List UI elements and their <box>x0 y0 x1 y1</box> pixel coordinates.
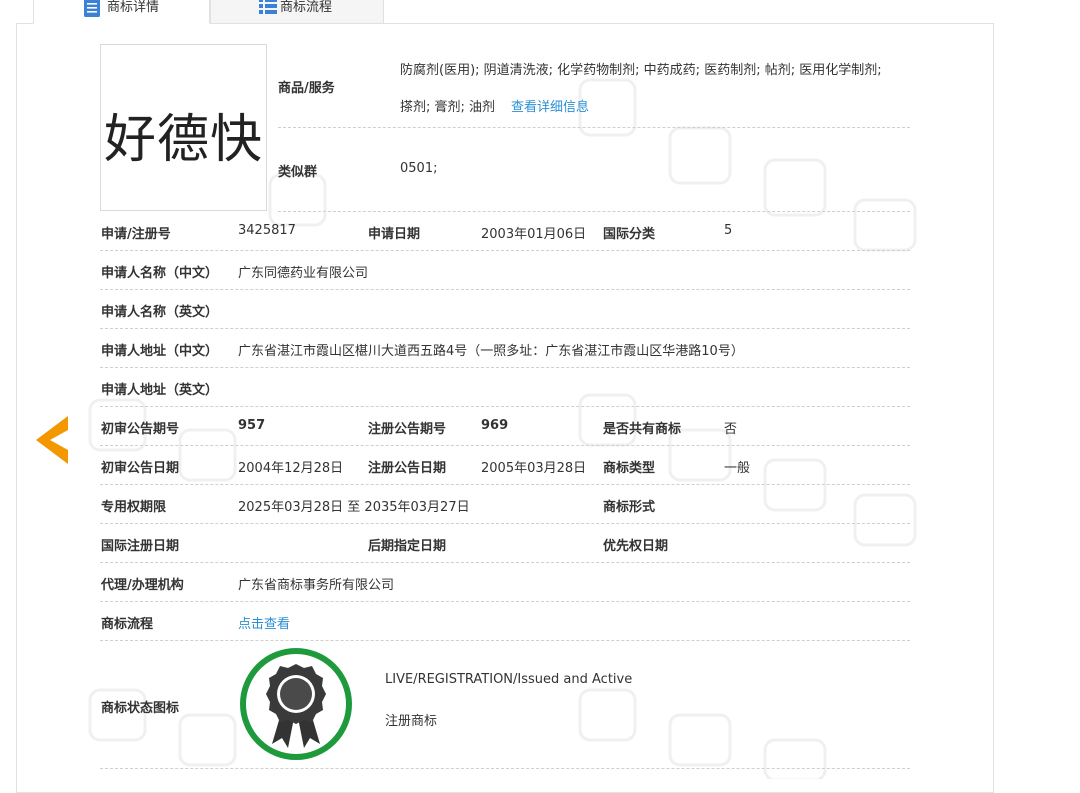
apply-date-label: 申请日期 <box>368 227 421 242</box>
prelim-date-label: 初审公告日期 <box>101 461 180 476</box>
tab-trademark-process[interactable]: 商标流程 <box>210 0 384 24</box>
view-process-link[interactable]: 点击查看 <box>238 613 290 632</box>
intl-reg-date-label: 国际注册日期 <box>101 539 180 554</box>
divider <box>100 601 910 602</box>
applicant-cn-value: 广东同德药业有限公司 <box>238 266 369 281</box>
applicant-cn-label: 申请人名称（中文） <box>101 266 219 281</box>
divider <box>100 768 910 769</box>
divider <box>100 367 910 368</box>
previous-arrow-icon[interactable] <box>36 416 70 464</box>
tab-label: 商标流程 <box>280 0 333 15</box>
goods-value-line2: 搽剂; 膏剂; 油剂 <box>400 100 496 115</box>
mark-form-label: 商标形式 <box>603 500 656 515</box>
status-icon-label: 商标状态图标 <box>101 701 180 716</box>
registered-badge-icon <box>238 646 354 762</box>
later-designation-label: 后期指定日期 <box>368 539 447 554</box>
view-details-link[interactable]: 查看详细信息 <box>511 96 589 115</box>
divider <box>100 562 910 563</box>
divider <box>100 406 910 407</box>
mark-type-label: 商标类型 <box>603 461 656 476</box>
prelim-date-value: 2004年12月28日 <box>238 461 344 476</box>
tab-label: 商标详情 <box>107 0 160 15</box>
intl-class-value: 5 <box>724 223 733 238</box>
divider <box>100 250 910 251</box>
priority-date-label: 优先权日期 <box>603 539 669 554</box>
trademark-image: 好德快 <box>100 44 267 211</box>
status-value-en: LIVE/REGISTRATION/Issued and Active <box>385 672 633 687</box>
mark-type-value: 一般 <box>724 461 751 476</box>
reg-pub-date-label: 注册公告日期 <box>368 461 447 476</box>
agency-value: 广东省商标事务所有限公司 <box>238 578 395 593</box>
exclusive-period-value: 2025年03月28日 至 2035年03月27日 <box>238 500 470 515</box>
reg-no-value: 3425817 <box>238 223 296 238</box>
address-cn-label: 申请人地址（中文） <box>101 344 219 359</box>
goods-label: 商品/服务 <box>278 81 335 96</box>
divider <box>100 328 910 329</box>
reg-pub-date-value: 2005年03月28日 <box>481 461 587 476</box>
reg-no-label: 申请/注册号 <box>101 227 171 242</box>
status-value-cn: 注册商标 <box>385 714 438 729</box>
tab-bar: 商标详情 商标流程 <box>16 0 994 24</box>
agency-label: 代理/办理机构 <box>101 578 184 593</box>
exclusive-period-label: 专用权期限 <box>101 500 167 515</box>
reg-pub-no-label: 注册公告期号 <box>368 422 447 437</box>
trademark-logo-text: 好德快 <box>103 110 263 170</box>
divider <box>100 484 910 485</box>
divider <box>100 289 910 290</box>
divider <box>100 640 910 641</box>
intl-class-label: 国际分类 <box>603 227 656 242</box>
goods-value-line1: 防腐剂(医用); 阴道清洗液; 化学药物制剂; 中药成药; 医药制剂; 帖剂; … <box>400 63 882 78</box>
divider <box>100 523 910 524</box>
apply-date-value: 2003年01月06日 <box>481 227 587 242</box>
address-cn-value: 广东省湛江市霞山区椹川大道西五路4号（一照多址：广东省湛江市霞山区华港路10号） <box>238 344 744 359</box>
divider <box>278 211 910 212</box>
shared-value: 否 <box>724 422 738 437</box>
address-en-label: 申请人地址（英文） <box>101 383 219 398</box>
similar-group-label: 类似群 <box>278 165 318 180</box>
similar-group-value: 0501; <box>400 161 438 176</box>
prelim-no-label: 初审公告期号 <box>101 422 180 437</box>
document-icon <box>82 0 102 27</box>
reg-pub-no-value: 969 <box>481 418 509 433</box>
process-label: 商标流程 <box>101 617 154 632</box>
applicant-en-label: 申请人名称（英文） <box>101 305 219 320</box>
divider <box>100 445 910 446</box>
divider <box>278 127 910 128</box>
tab-trademark-details[interactable]: 商标详情 <box>33 0 210 24</box>
list-icon <box>259 0 277 23</box>
prelim-no-value: 957 <box>238 418 266 433</box>
shared-label: 是否共有商标 <box>603 422 682 437</box>
